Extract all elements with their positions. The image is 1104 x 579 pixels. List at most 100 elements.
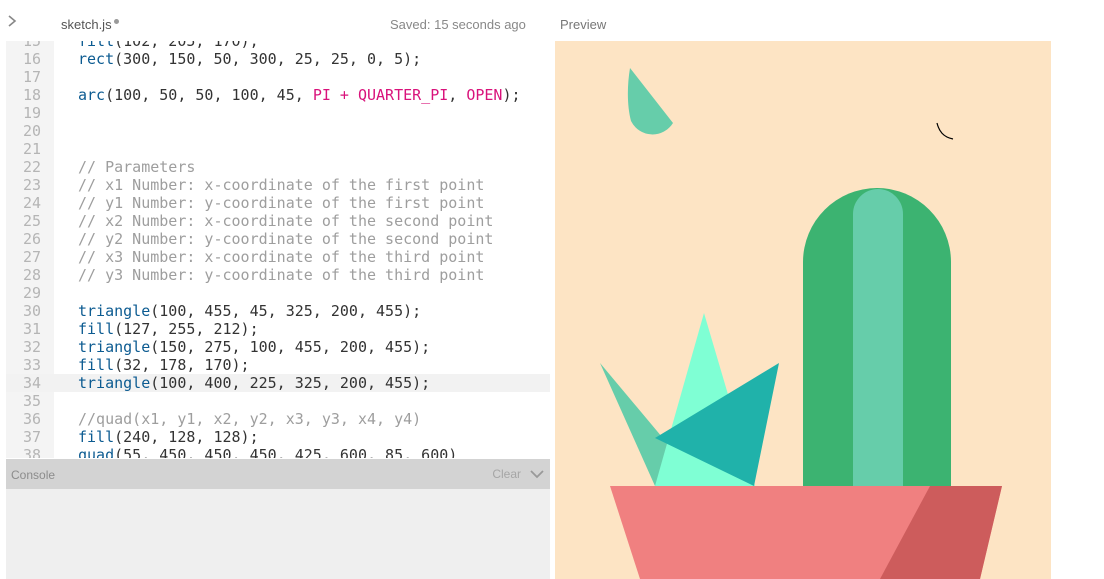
file-tab[interactable]: sketch.js xyxy=(61,17,119,32)
code-token: (32, 178, 170); xyxy=(114,356,250,374)
code-token: quad xyxy=(78,446,115,458)
code-text[interactable]: triangle(100, 455, 45, 325, 200, 455); xyxy=(78,302,421,320)
preview-label: Preview xyxy=(560,17,607,32)
code-text[interactable]: triangle(150, 275, 100, 455, 200, 455); xyxy=(78,338,430,356)
code-text[interactable]: triangle(100, 400, 225, 325, 200, 455); xyxy=(78,374,430,392)
code-text[interactable]: rect(300, 150, 50, 300, 25, 25, 0, 5); xyxy=(78,50,421,68)
code-line[interactable]: 33 fill(32, 178, 170); xyxy=(6,356,550,374)
code-line[interactable]: 18 arc(100, 50, 50, 100, 45, PI + QUARTER… xyxy=(6,86,550,104)
code-text[interactable]: // x3 Number: x-coordinate of the third … xyxy=(78,248,484,266)
line-number: 32 xyxy=(22,338,41,356)
line-number: 25 xyxy=(22,212,41,230)
cactus-stripe xyxy=(853,189,903,486)
code-line[interactable]: 25 // x2 Number: x-coordinate of the seco… xyxy=(6,212,550,230)
line-number: 16 xyxy=(22,50,41,68)
line-number: 18 xyxy=(22,86,41,104)
code-line[interactable]: 24 // y1 Number: y-coordinate of the firs… xyxy=(6,194,550,212)
chevron-down-icon[interactable] xyxy=(530,468,544,480)
line-number: 34 xyxy=(22,374,41,392)
code-line[interactable]: 36 //quad(x1, y1, x2, y2, x3, y3, x4, y4) xyxy=(6,410,550,428)
sketch-drawing xyxy=(555,41,1051,579)
code-line[interactable]: 31 fill(127, 255, 212); xyxy=(6,320,550,338)
line-number: 15 xyxy=(22,41,41,50)
code-line[interactable]: 37 fill(240, 128, 128); xyxy=(6,428,550,446)
save-status: Saved: 15 seconds ago xyxy=(390,17,526,32)
code-token: (100, 50, 50, 100, 45, xyxy=(105,86,313,104)
code-line[interactable]: 32 triangle(150, 275, 100, 455, 200, 455)… xyxy=(6,338,550,356)
code-text[interactable]: fill(127, 255, 212); xyxy=(78,320,259,338)
line-number: 28 xyxy=(22,266,41,284)
code-token: , xyxy=(448,86,467,104)
code-token: (127, 255, 212); xyxy=(114,320,259,338)
code-text[interactable]: // x1 Number: x-coordinate of the first … xyxy=(78,176,484,194)
chevron-right-icon[interactable] xyxy=(5,14,19,28)
code-token: fill xyxy=(78,41,115,50)
code-line[interactable]: 27 // x3 Number: x-coordinate of the thir… xyxy=(6,248,550,266)
code-text[interactable]: //quad(x1, y1, x2, y2, x3, y3, x4, y4) xyxy=(78,410,421,428)
code-line[interactable]: 30 triangle(100, 455, 45, 325, 200, 455); xyxy=(6,302,550,320)
code-line[interactable]: 22 // Parameters xyxy=(6,158,550,176)
code-text[interactable]: // y2 Number: y-coordinate of the second… xyxy=(78,230,493,248)
code-line[interactable]: 28 // y3 Number: y-coordinate of the thir… xyxy=(6,266,550,284)
code-token: (102, 205, 170); xyxy=(114,41,259,50)
code-line[interactable]: 20 xyxy=(6,122,550,140)
line-number: 22 xyxy=(22,158,41,176)
code-text[interactable]: // x2 Number: x-coordinate of the second… xyxy=(78,212,493,230)
code-line[interactable]: 21 xyxy=(6,140,550,158)
code-line[interactable]: 17 xyxy=(6,68,550,86)
line-number: 36 xyxy=(22,410,41,428)
line-number: 38 xyxy=(22,446,41,458)
code-token: arc xyxy=(78,86,106,104)
code-token: PI xyxy=(312,86,331,104)
code-token: OPEN xyxy=(466,86,503,104)
code-text[interactable]: fill(32, 178, 170); xyxy=(78,356,250,374)
code-text[interactable]: fill(240, 128, 128); xyxy=(78,428,259,446)
code-line[interactable]: 26 // y2 Number: y-coordinate of the seco… xyxy=(6,230,550,248)
code-editor[interactable]: 15 fill(102, 205, 170); 16 rect(300, 150, 5… xyxy=(6,41,550,458)
code-token: (100, 400, 225, 325, 200, 455); xyxy=(150,374,431,392)
code-line[interactable]: 16 rect(300, 150, 50, 300, 25, 25, 0, 5); xyxy=(6,50,550,68)
code-token: // y1 Number: y-coordinate of the first … xyxy=(78,194,485,212)
code-line[interactable]: 19 xyxy=(6,104,550,122)
sketch-canvas xyxy=(555,41,1051,579)
code-line[interactable]: 29 xyxy=(6,284,550,302)
line-number: 17 xyxy=(22,68,41,86)
code-token: (150, 275, 100, 455, 200, 455); xyxy=(150,338,431,356)
code-token: + xyxy=(330,86,358,104)
code-line[interactable]: 35 xyxy=(6,392,550,410)
code-text[interactable]: // y1 Number: y-coordinate of the first … xyxy=(78,194,484,212)
code-line[interactable]: 38 quad(55, 450, 450, 450, 425, 600, 85, … xyxy=(6,446,550,458)
code-text[interactable]: // y3 Number: y-coordinate of the third … xyxy=(78,266,484,284)
line-number: 29 xyxy=(22,284,41,302)
console-output[interactable] xyxy=(6,489,550,579)
code-token: (100, 455, 45, 325, 200, 455); xyxy=(150,302,422,320)
code-text[interactable]: // Parameters xyxy=(78,158,195,176)
code-token: // Parameters xyxy=(78,158,196,176)
code-token: // x2 Number: x-coordinate of the second… xyxy=(78,212,494,230)
line-number: 24 xyxy=(22,194,41,212)
code-text[interactable]: quad(55, 450, 450, 450, 425, 600, 85, 60… xyxy=(78,446,457,458)
file-name[interactable]: sketch.js xyxy=(61,17,112,32)
line-number: 30 xyxy=(22,302,41,320)
console-header: Console Clear xyxy=(6,459,550,489)
code-token: rect xyxy=(78,50,115,68)
line-number: 37 xyxy=(22,428,41,446)
console-clear-button[interactable]: Clear xyxy=(492,467,521,481)
console-title: Console xyxy=(11,468,56,482)
code-token: // x1 Number: x-coordinate of the first … xyxy=(78,176,485,194)
code-token: QUARTER_PI xyxy=(357,86,449,104)
code-token: triangle xyxy=(78,374,151,392)
line-number: 31 xyxy=(22,320,41,338)
code-line[interactable]: 34 triangle(100, 400, 225, 325, 200, 455)… xyxy=(6,374,550,392)
code-lines[interactable]: 15 fill(102, 205, 170); 16 rect(300, 150, 5… xyxy=(6,41,550,458)
code-token: triangle xyxy=(78,302,151,320)
code-token: (55, 450, 450, 450, 425, 600, 85, 600) xyxy=(114,446,458,458)
line-number: 27 xyxy=(22,248,41,266)
line-number: 21 xyxy=(22,140,41,158)
code-token: // y2 Number: y-coordinate of the second… xyxy=(78,230,494,248)
code-line[interactable]: 15 fill(102, 205, 170); xyxy=(6,41,550,50)
code-text[interactable]: arc(100, 50, 50, 100, 45, PI + QUARTER_P… xyxy=(78,86,521,104)
code-text[interactable]: fill(102, 205, 170); xyxy=(78,41,259,50)
code-line[interactable]: 23 // x1 Number: x-coordinate of the firs… xyxy=(6,176,550,194)
code-token: fill xyxy=(78,428,115,446)
